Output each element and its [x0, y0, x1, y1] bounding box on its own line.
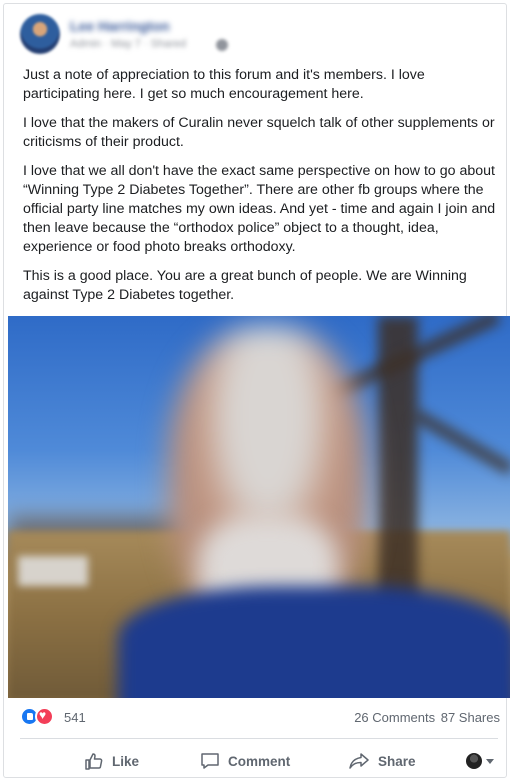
like-button[interactable]: Like	[84, 750, 139, 772]
post-card: Lee Harrington Admin · May 7 · Shared Ju…	[3, 3, 510, 778]
shares-count[interactable]: 87 Shares	[441, 710, 500, 725]
comments-count[interactable]: 26 Comments	[354, 710, 435, 725]
author-name[interactable]: Lee Harrington	[70, 18, 170, 34]
love-icon	[35, 707, 54, 726]
photo-branch	[412, 409, 510, 475]
action-bar: Like Comment Share	[20, 746, 498, 776]
comment-button[interactable]: Comment	[200, 750, 290, 772]
post-meta: Admin · May 7 · Shared	[70, 38, 187, 50]
post-paragraph: I love that we all don't have the exact …	[23, 163, 496, 255]
engagement-counts: 26 Comments 87 Shares	[352, 710, 500, 725]
post-paragraph: I love that the makers of Curalin never …	[23, 115, 495, 150]
post-paragraph: This is a good place. You are a great bu…	[23, 268, 467, 303]
author-avatar[interactable]	[20, 14, 60, 54]
divider	[20, 738, 498, 739]
thumbs-up-icon	[85, 753, 103, 770]
chevron-down-icon	[486, 758, 494, 764]
post-photo[interactable]	[8, 316, 510, 698]
comment-icon	[201, 753, 219, 769]
share-button[interactable]: Share	[348, 750, 416, 772]
user-avatar-icon	[466, 753, 482, 769]
like-label: Like	[112, 753, 140, 769]
audience-globe-icon	[216, 39, 228, 51]
post-header: Lee Harrington Admin · May 7 · Shared	[16, 14, 496, 58]
reactions-bar: 541 26 Comments 87 Shares	[20, 707, 500, 731]
reaction-icons[interactable]	[20, 707, 58, 727]
photo-person-shirt	[118, 586, 510, 698]
post-text: Just a note of appreciation to this foru…	[23, 66, 499, 315]
share-icon	[349, 753, 369, 769]
photo-house	[18, 556, 88, 586]
comment-label: Comment	[228, 753, 291, 769]
post-paragraph: Just a note of appreciation to this foru…	[23, 67, 425, 102]
reaction-count[interactable]: 541	[64, 710, 86, 725]
share-label: Share	[378, 753, 416, 769]
profile-selector[interactable]	[466, 750, 494, 772]
